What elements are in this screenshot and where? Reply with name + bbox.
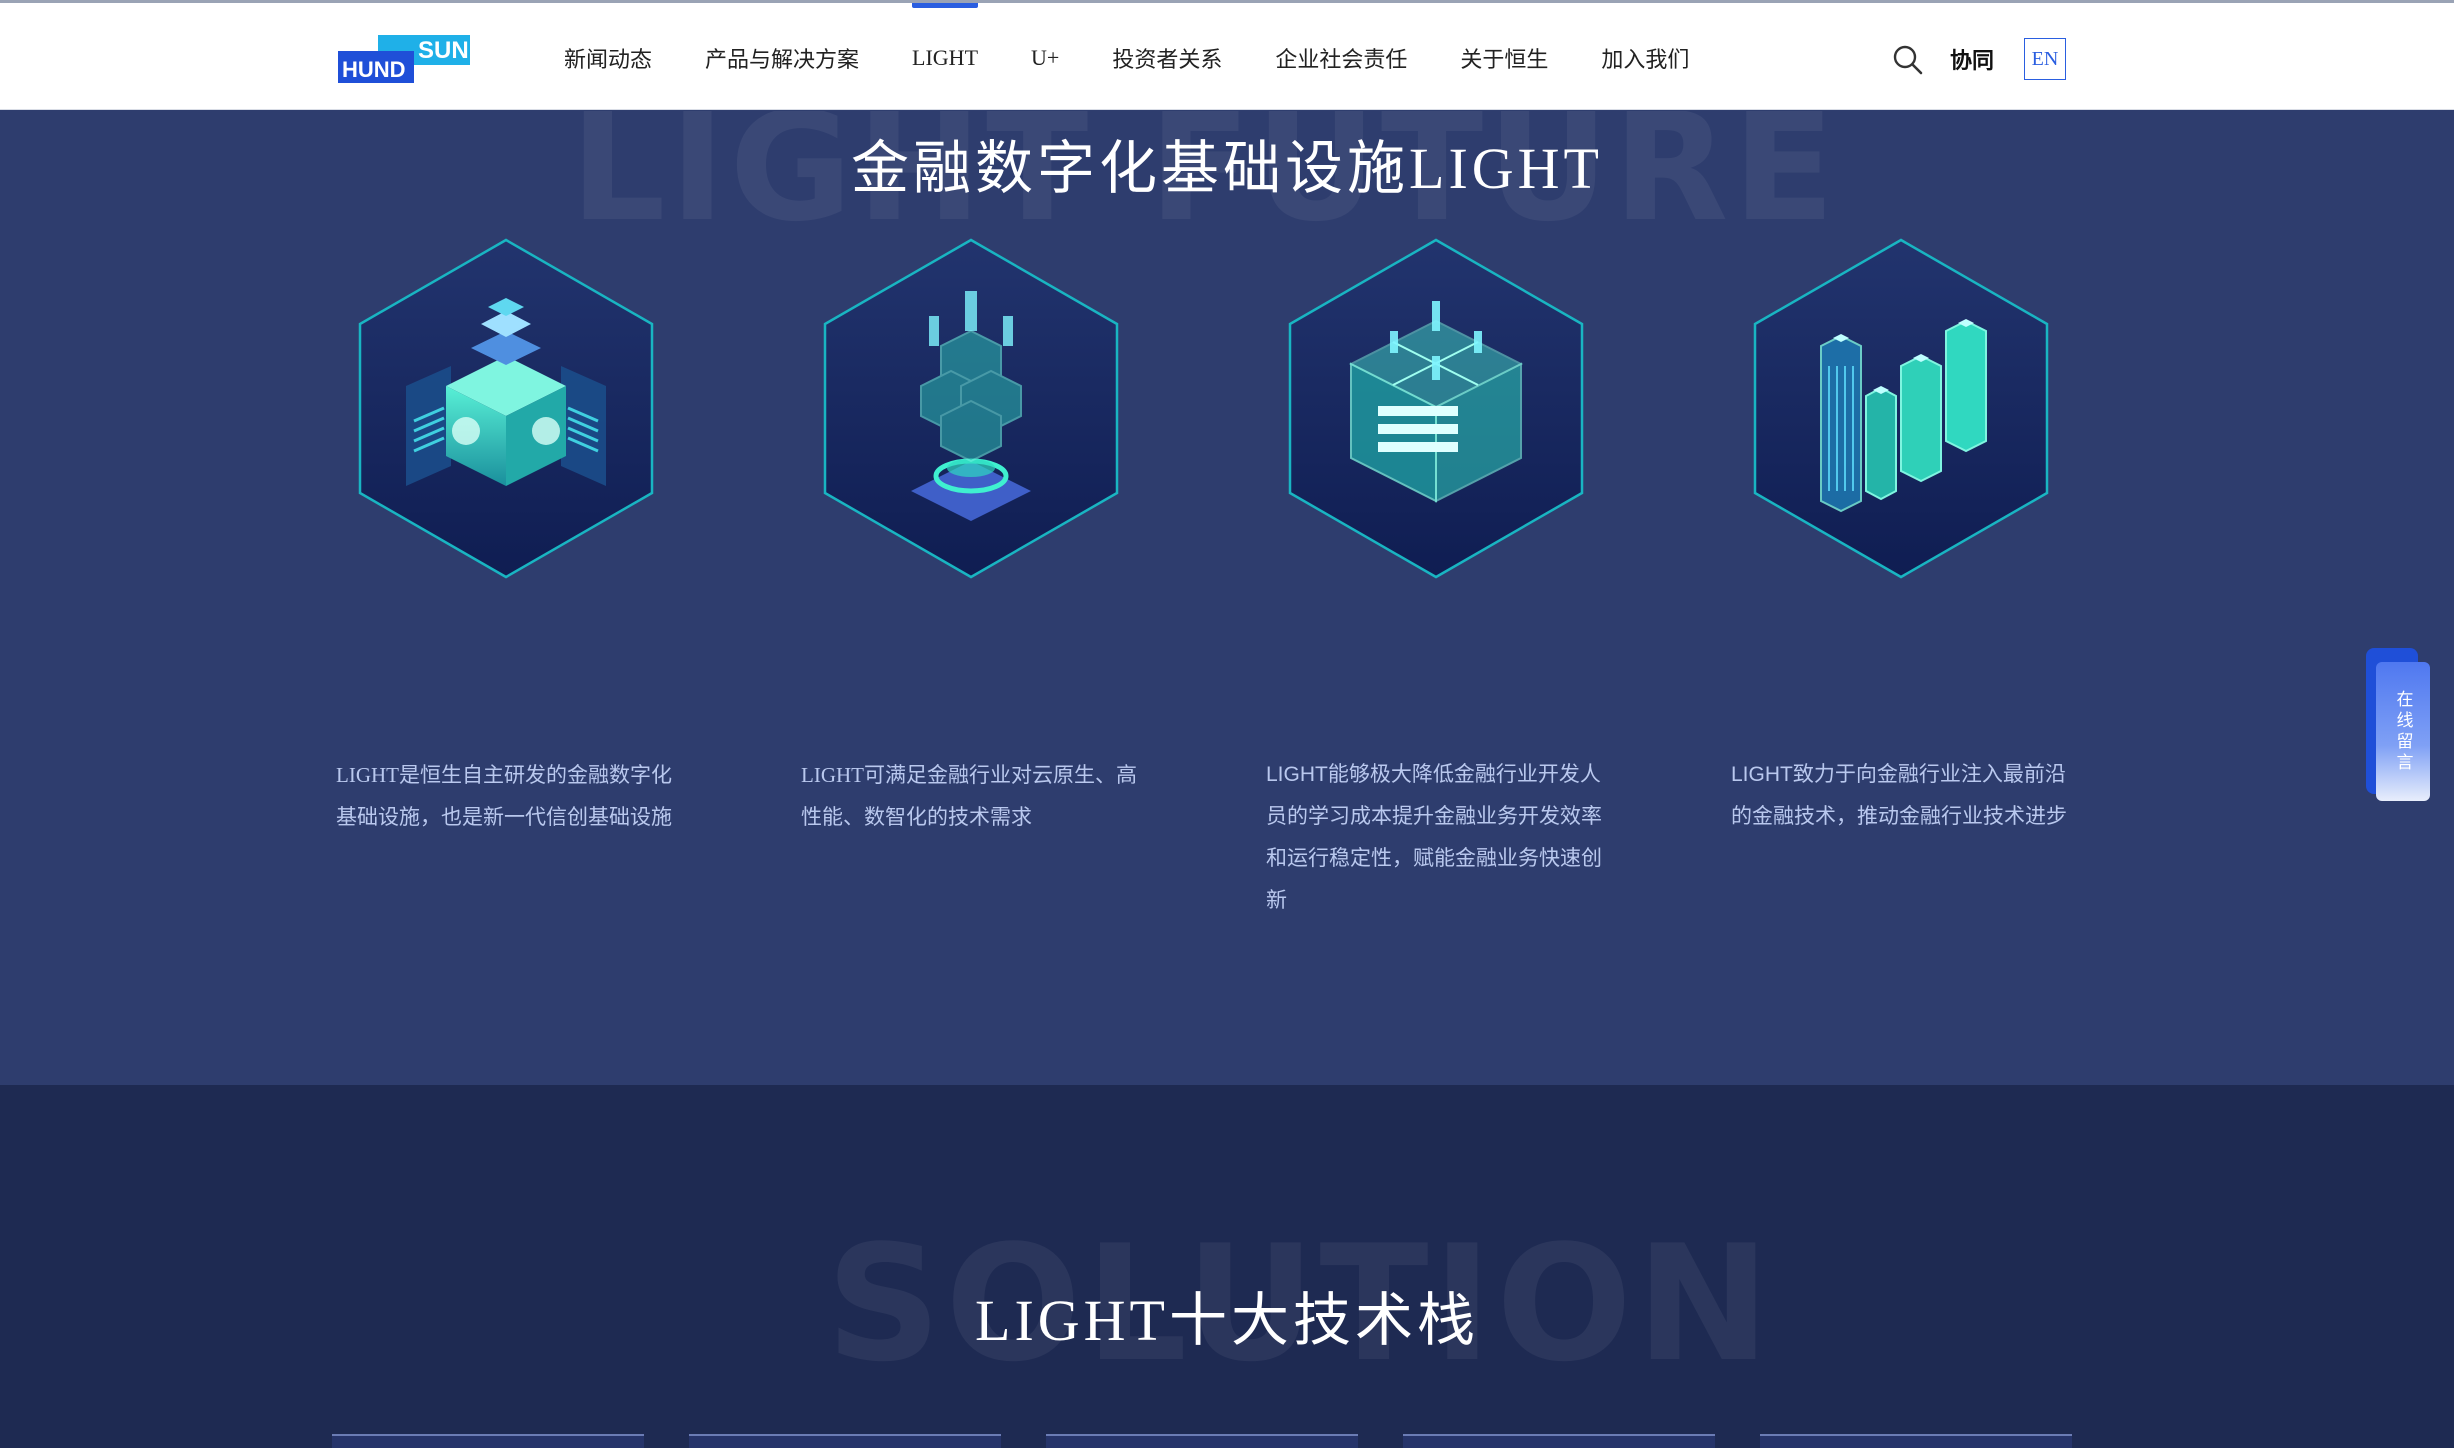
tech-stack-card[interactable] (1760, 1434, 2072, 1448)
light-intro-section: LIGHT FUTURE 金融数字化基础设施LIGHT LIGHT是恒生自主研发… (0, 111, 2454, 1085)
section-title: LIGHT十大技术栈 (975, 1288, 1479, 1353)
svg-text:HUND: HUND (342, 57, 406, 82)
feature-description: LIGHT能够极大降低金融行业开发人员的学习成本提升金融业务开发效率和运行稳定性… (1266, 763, 1602, 912)
tab-face: 在线留言 (2376, 662, 2430, 801)
nav-item-news[interactable]: 新闻动态 (564, 3, 652, 113)
hundsun-logo[interactable]: SUN HUND (338, 33, 470, 85)
search-icon[interactable] (1892, 44, 1924, 76)
online-message-tab[interactable]: 在线留言 (2366, 648, 2430, 801)
nav-item-investors[interactable]: 投资者关系 (1112, 3, 1222, 113)
tech-stack-card[interactable] (1046, 1434, 1358, 1448)
data-block-icon (1288, 238, 1584, 579)
nav-item-uplus[interactable]: U+ (1031, 3, 1059, 113)
nav-item-csr[interactable]: 企业社会责任 (1275, 3, 1407, 113)
tech-stack-card[interactable] (332, 1434, 644, 1448)
language-switch-button[interactable]: EN (2024, 38, 2066, 80)
nav-item-light[interactable]: LIGHT (912, 3, 978, 113)
cooperate-link[interactable]: 协同 (1950, 43, 1994, 75)
tech-stack-card[interactable] (1403, 1434, 1715, 1448)
feature-description: LIGHT是恒生自主研发的金融数字化基础设施，也是新一代信创基础设施 (336, 763, 672, 829)
main-nav: 新闻动态 产品与解决方案 LIGHT U+ 投资者关系 企业社会责任 关于恒生 … (564, 3, 1742, 113)
section-title: 金融数字化基础设施LIGHT (851, 136, 1603, 201)
nav-item-join[interactable]: 加入我们 (1601, 3, 1689, 113)
feature-description: LIGHT致力于向金融行业注入最前沿的金融技术，推动金融行业技术进步 (1731, 763, 2067, 828)
feature-description: LIGHT可满足金融行业对云原生、高性能、数智化的技术需求 (801, 763, 1137, 829)
nav-item-products[interactable]: 产品与解决方案 (705, 3, 859, 113)
building-towers-icon (1753, 238, 2049, 579)
tech-stack-cards (332, 1434, 2117, 1448)
site-header: SUN HUND 新闻动态 产品与解决方案 LIGHT U+ 投资者关系 企业社… (0, 0, 2454, 110)
cube-module-icon (358, 238, 654, 579)
cloud-stack-icon (823, 238, 1119, 579)
svg-text:SUN: SUN (418, 37, 469, 64)
tech-stack-card[interactable] (689, 1434, 1001, 1448)
online-message-label: 在线留言 (2393, 689, 2413, 774)
tech-stack-section: SOLUTION LIGHT十大技术栈 (0, 1085, 2454, 1448)
nav-item-about[interactable]: 关于恒生 (1460, 3, 1548, 113)
